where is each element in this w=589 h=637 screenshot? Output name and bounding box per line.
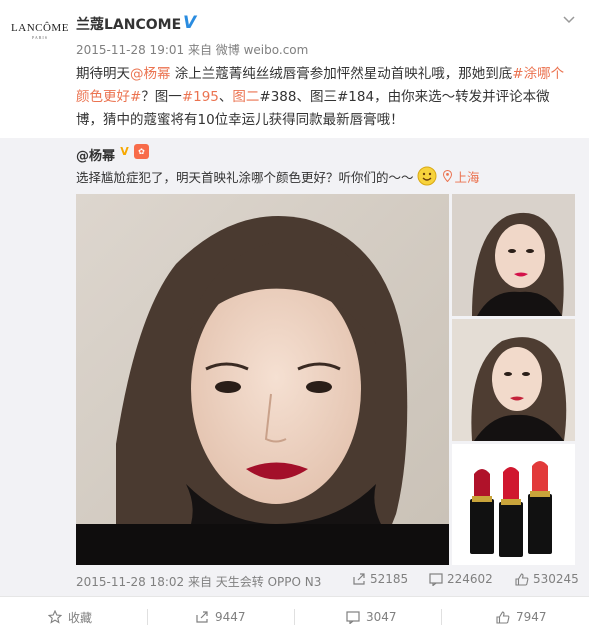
favorite-button[interactable]: 收藏 xyxy=(48,597,92,637)
post-text-segment: 、 xyxy=(218,89,233,105)
post-text-link[interactable]: #195 xyxy=(182,89,219,105)
repost-repost-value: 52185 xyxy=(370,572,409,586)
logo-subtext: PARIS xyxy=(32,35,48,40)
comment-icon xyxy=(429,572,443,586)
repost-count: 9447 xyxy=(215,610,246,624)
repost-comment-count[interactable]: 224602 xyxy=(429,572,493,586)
portrait-photo-3 xyxy=(452,319,575,441)
star-icon xyxy=(48,610,62,624)
repost-icon xyxy=(196,610,208,623)
repost-like-value: 530245 xyxy=(533,572,579,586)
user-name[interactable]: 兰蔻LANCOME xyxy=(76,14,181,34)
post-text: 期待明天@杨幂 涂上兰蔻菁纯丝绒唇膏参加怦然星动首映礼哦，那她到底#涂哪个颜色更… xyxy=(76,63,576,132)
post-text-segment: ？图一 xyxy=(141,89,182,105)
photo-main[interactable] xyxy=(76,194,449,565)
repost-meta: 2015-11-28 18:02 来自 天生会转 OPPO N3 xyxy=(76,573,321,590)
repost-user[interactable]: @杨幂 xyxy=(76,145,115,164)
repost-badges: V ✿ xyxy=(117,144,149,159)
vip-icon: ✿ xyxy=(134,144,149,159)
post-text-segment: 涂上兰蔻菁纯丝绒唇膏参加怦然星动首映礼哦，那她到底 xyxy=(170,66,513,82)
post-text-segment: 期待明天 xyxy=(76,66,130,82)
repost-repost-count[interactable]: 52185 xyxy=(352,572,408,586)
repost-source[interactable]: 来自 天生会转 OPPO N3 xyxy=(188,575,321,589)
comment-icon xyxy=(346,610,360,624)
repost-icon xyxy=(353,572,365,585)
action-bar: 收藏 9447 3047 7947 xyxy=(0,596,589,636)
photo-thumb-1[interactable] xyxy=(452,194,575,316)
smile-emoji-icon xyxy=(417,166,437,186)
thumbs-up-icon xyxy=(496,610,510,624)
post-meta: 2015-11-28 19:01 来自 微博 weibo.com xyxy=(76,41,308,58)
photo-thumb-3[interactable] xyxy=(452,444,575,565)
verified-icon: V xyxy=(183,13,197,33)
portrait-photo-1 xyxy=(76,194,449,565)
divider xyxy=(147,609,148,625)
portrait-photo-2 xyxy=(452,194,575,316)
like-button[interactable]: 7947 xyxy=(496,597,547,637)
location-text: 上海 xyxy=(454,169,480,185)
repost-comment-value: 224602 xyxy=(447,572,493,586)
lipstick-product-photo xyxy=(452,444,575,565)
comment-count: 3047 xyxy=(366,610,397,624)
avatar[interactable]: LANCÔME PARIS xyxy=(10,22,70,52)
comment-button[interactable]: 3047 xyxy=(346,597,397,637)
divider xyxy=(441,609,442,625)
location-pin-icon xyxy=(442,170,452,182)
like-count: 7947 xyxy=(516,610,547,624)
repost-timestamp[interactable]: 2015-11-28 18:02 xyxy=(76,575,184,589)
lancome-logo: LANCÔME xyxy=(11,22,69,34)
location-link[interactable]: 上海 xyxy=(442,167,480,186)
repost-text: 选择尴尬症犯了，明天首映礼涂哪个颜色更好？听你们的～～ xyxy=(76,169,414,185)
post-text-link[interactable]: 图二 xyxy=(232,89,259,105)
repost-text-row: 选择尴尬症犯了，明天首映礼涂哪个颜色更好？听你们的～～ 上海 xyxy=(76,166,480,186)
thumbs-up-icon xyxy=(515,572,529,586)
weibo-card: LANCÔME PARIS 兰蔻LANCOME V 2015-11-28 19:… xyxy=(0,0,589,636)
repost-block: @杨幂 V ✿ 选择尴尬症犯了，明天首映礼涂哪个颜色更好？听你们的～～ 上海 2… xyxy=(0,138,589,596)
post-text-link[interactable]: @杨幂 xyxy=(130,66,171,82)
verified-icon: V xyxy=(120,145,129,158)
photo-thumb-2[interactable] xyxy=(452,319,575,441)
post-timestamp[interactable]: 2015-11-28 19:01 xyxy=(76,43,184,57)
repost-button[interactable]: 9447 xyxy=(195,597,246,637)
post-source[interactable]: 来自 微博 weibo.com xyxy=(188,43,308,57)
chevron-down-icon[interactable] xyxy=(562,12,576,26)
favorite-label: 收藏 xyxy=(68,610,93,625)
repost-like-count[interactable]: 530245 xyxy=(515,572,579,586)
divider xyxy=(294,609,295,625)
